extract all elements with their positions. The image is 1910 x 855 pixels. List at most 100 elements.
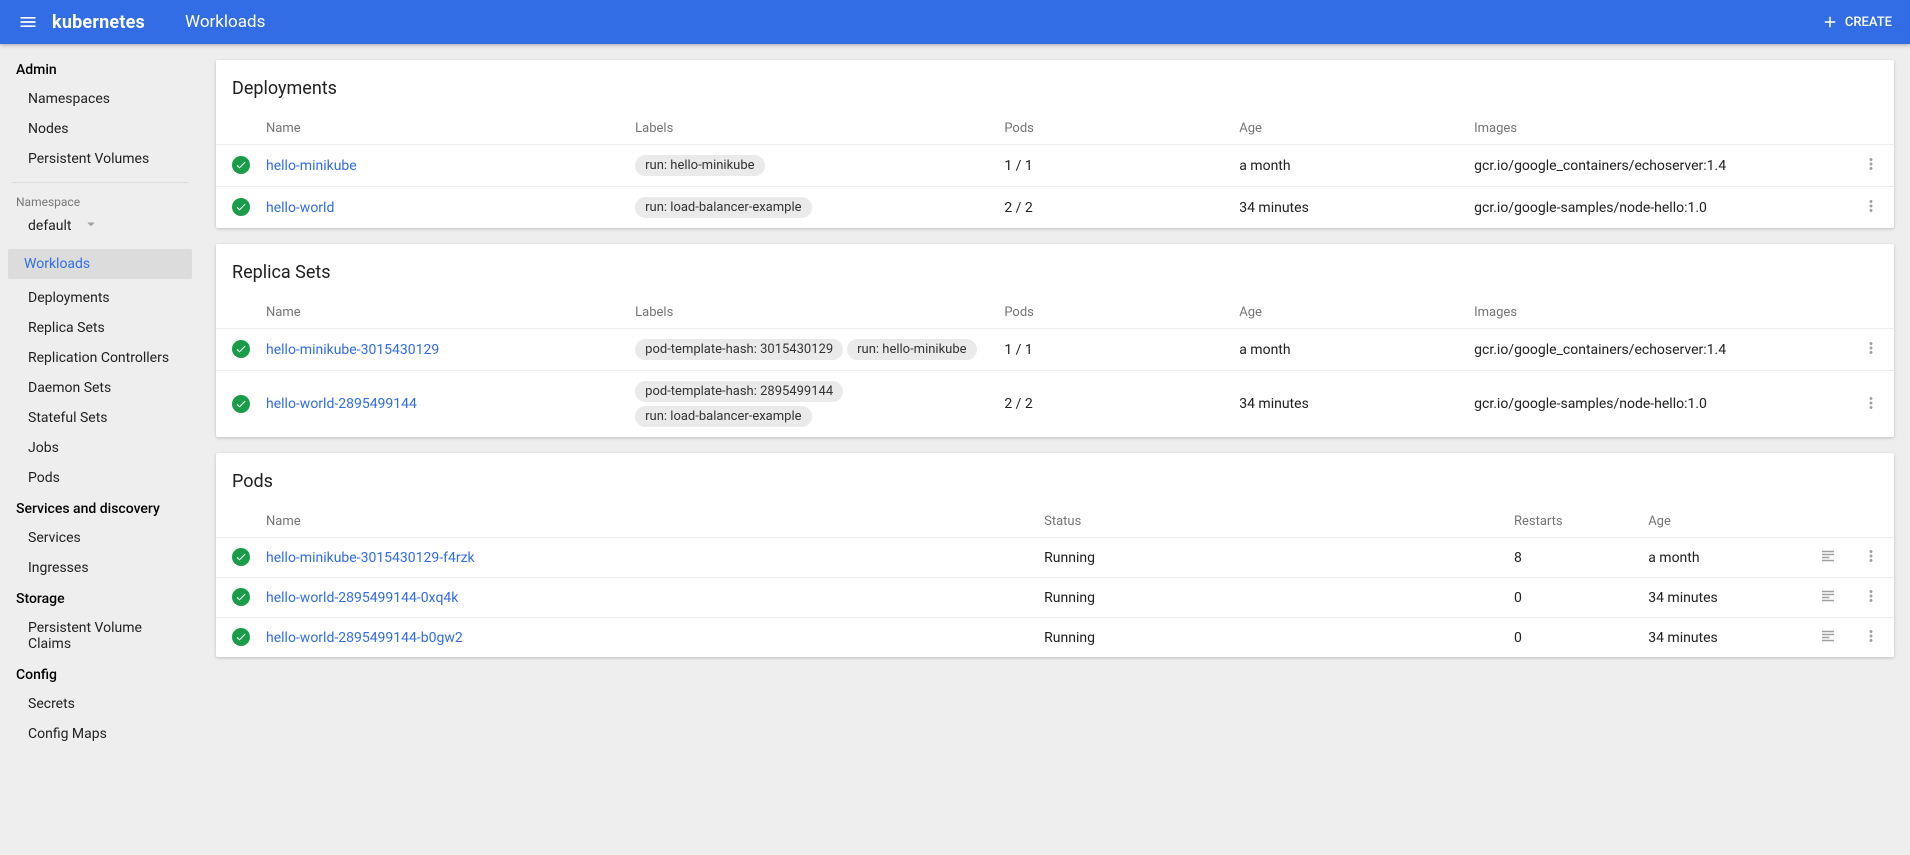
sidebar-item-pvc[interactable]: Persistent Volume Claims [0, 613, 200, 659]
create-button[interactable]: CREATE [1811, 7, 1902, 37]
more-actions-icon[interactable] [1861, 546, 1881, 566]
label-chip: run: load-balancer-example [635, 197, 811, 218]
sidebar-item-replication-controllers[interactable]: Replication Controllers [0, 343, 200, 373]
namespace-select[interactable]: default [0, 209, 200, 245]
cell-pods: 2 / 2 [996, 371, 1231, 438]
cell-age: a month [1231, 145, 1466, 187]
deployments-table: Name Labels Pods Age Images hello-miniku… [216, 113, 1894, 228]
table-row: hello-world-2895499144-0xq4kRunning034 m… [216, 578, 1894, 618]
sidebar-item-workloads[interactable]: Workloads [8, 249, 192, 279]
cell-pods: 1 / 1 [996, 145, 1231, 187]
more-actions-icon[interactable] [1861, 393, 1881, 413]
col-pods: Pods [996, 113, 1231, 145]
sidebar-item-namespaces[interactable]: Namespaces [0, 84, 200, 114]
resource-link[interactable]: hello-world-2895499144 [266, 396, 417, 412]
table-header-row: Name Labels Pods Age Images [216, 113, 1894, 145]
status-ok-icon [232, 395, 250, 413]
pods-card: Pods Name Status Restarts Age hello-mini… [216, 453, 1894, 657]
label-chip: run: hello-minikube [847, 339, 976, 360]
more-actions-icon[interactable] [1861, 154, 1881, 174]
sidebar-item-services[interactable]: Services [0, 523, 200, 553]
cell-images: gcr.io/google_containers/echoserver:1.4 [1466, 329, 1848, 371]
cell-restarts: 0 [1506, 578, 1640, 618]
menu-icon[interactable] [8, 2, 48, 42]
status-ok-icon [232, 156, 250, 174]
col-age: Age [1231, 297, 1466, 329]
table-row: hello-minikuberun: hello-minikube1 / 1a … [216, 145, 1894, 187]
col-age: Age [1231, 113, 1466, 145]
cell-status: Running [1036, 538, 1506, 578]
status-ok-icon [232, 198, 250, 216]
sidebar-item-daemon-sets[interactable]: Daemon Sets [0, 373, 200, 403]
table-header-row: Name Status Restarts Age [216, 506, 1894, 538]
page-title: Workloads [185, 12, 265, 32]
sidebar-item-nodes[interactable]: Nodes [0, 114, 200, 144]
table-row: hello-world run: load-balancer-example 2 /… [216, 187, 1894, 229]
resource-link[interactable]: hello-minikube-3015430129-f4rzk [266, 550, 475, 566]
cell-images: gcr.io/google-samples/node-hello:1.0 [1466, 371, 1848, 438]
cell-status: Running [1036, 578, 1506, 618]
resource-link[interactable]: hello-world [266, 200, 334, 216]
replicasets-table: Name Labels Pods Age Images hello-miniku… [216, 297, 1894, 437]
resource-link[interactable]: hello-minikube-3015430129 [266, 342, 439, 358]
plus-icon [1821, 13, 1839, 31]
logs-icon[interactable] [1818, 546, 1838, 566]
namespace-label: Namespace [0, 191, 200, 209]
cell-pods: 1 / 1 [996, 329, 1231, 371]
pods-title: Pods [216, 453, 1894, 506]
cell-age: 34 minutes [1231, 371, 1466, 438]
table-header-row: Name Labels Pods Age Images [216, 297, 1894, 329]
sidebar-item-secrets[interactable]: Secrets [0, 689, 200, 719]
deployments-title: Deployments [216, 60, 1894, 113]
col-name: Name [258, 506, 1036, 538]
sidebar-item-pods[interactable]: Pods [0, 463, 200, 493]
replicasets-title: Replica Sets [216, 244, 1894, 297]
resource-link[interactable]: hello-world-2895499144-0xq4k [266, 590, 458, 606]
sidebar-group-storage: Storage [0, 583, 200, 613]
col-images: Images [1466, 297, 1848, 329]
create-button-label: CREATE [1845, 15, 1892, 30]
cell-age: 34 minutes [1640, 618, 1808, 658]
sidebar-group-config: Config [0, 659, 200, 689]
deployments-card: Deployments Name Labels Pods Age Images … [216, 60, 1894, 228]
sidebar-item-config-maps[interactable]: Config Maps [0, 719, 200, 749]
sidebar-group-services: Services and discovery [0, 493, 200, 523]
more-actions-icon[interactable] [1861, 626, 1881, 646]
col-labels: Labels [627, 113, 996, 145]
col-restarts: Restarts [1506, 506, 1640, 538]
more-actions-icon[interactable] [1861, 338, 1881, 358]
cell-images: gcr.io/google_containers/echoserver:1.4 [1466, 145, 1848, 187]
sidebar-item-ingresses[interactable]: Ingresses [0, 553, 200, 583]
resource-link[interactable]: hello-world-2895499144-b0gw2 [266, 630, 463, 646]
sidebar-item-stateful-sets[interactable]: Stateful Sets [0, 403, 200, 433]
resource-link[interactable]: hello-minikube [266, 158, 357, 174]
table-row: hello-minikube-3015430129pod-template-ha… [216, 329, 1894, 371]
logs-icon[interactable] [1818, 586, 1838, 606]
cell-images: gcr.io/google-samples/node-hello:1.0 [1466, 187, 1848, 229]
col-name: Name [258, 297, 627, 329]
col-labels: Labels [627, 297, 996, 329]
cell-restarts: 0 [1506, 618, 1640, 658]
table-row: hello-world-2895499144-b0gw2 Running034 m… [216, 618, 1894, 658]
cell-status: Running [1036, 618, 1506, 658]
pods-table: Name Status Restarts Age hello-minikube-… [216, 506, 1894, 657]
more-actions-icon[interactable] [1861, 196, 1881, 216]
label-chip: pod-template-hash: 2895499144 [635, 381, 843, 402]
table-row: hello-world-2895499144 pod-template-hash:… [216, 371, 1894, 438]
sidebar-item-replica-sets[interactable]: Replica Sets [0, 313, 200, 343]
cell-age: a month [1231, 329, 1466, 371]
col-status: Status [1036, 506, 1506, 538]
status-ok-icon [232, 548, 250, 566]
logs-icon[interactable] [1818, 626, 1838, 646]
cell-pods: 2 / 2 [996, 187, 1231, 229]
sidebar-item-jobs[interactable]: Jobs [0, 433, 200, 463]
status-ok-icon [232, 628, 250, 646]
col-images: Images [1466, 113, 1848, 145]
sidebar-item-persistent-volumes[interactable]: Persistent Volumes [0, 144, 200, 174]
sidebar-group-admin: Admin [0, 54, 200, 84]
more-actions-icon[interactable] [1861, 586, 1881, 606]
namespace-value: default [28, 218, 72, 234]
cell-age: 34 minutes [1231, 187, 1466, 229]
col-age: Age [1640, 506, 1808, 538]
sidebar-item-deployments[interactable]: Deployments [0, 283, 200, 313]
